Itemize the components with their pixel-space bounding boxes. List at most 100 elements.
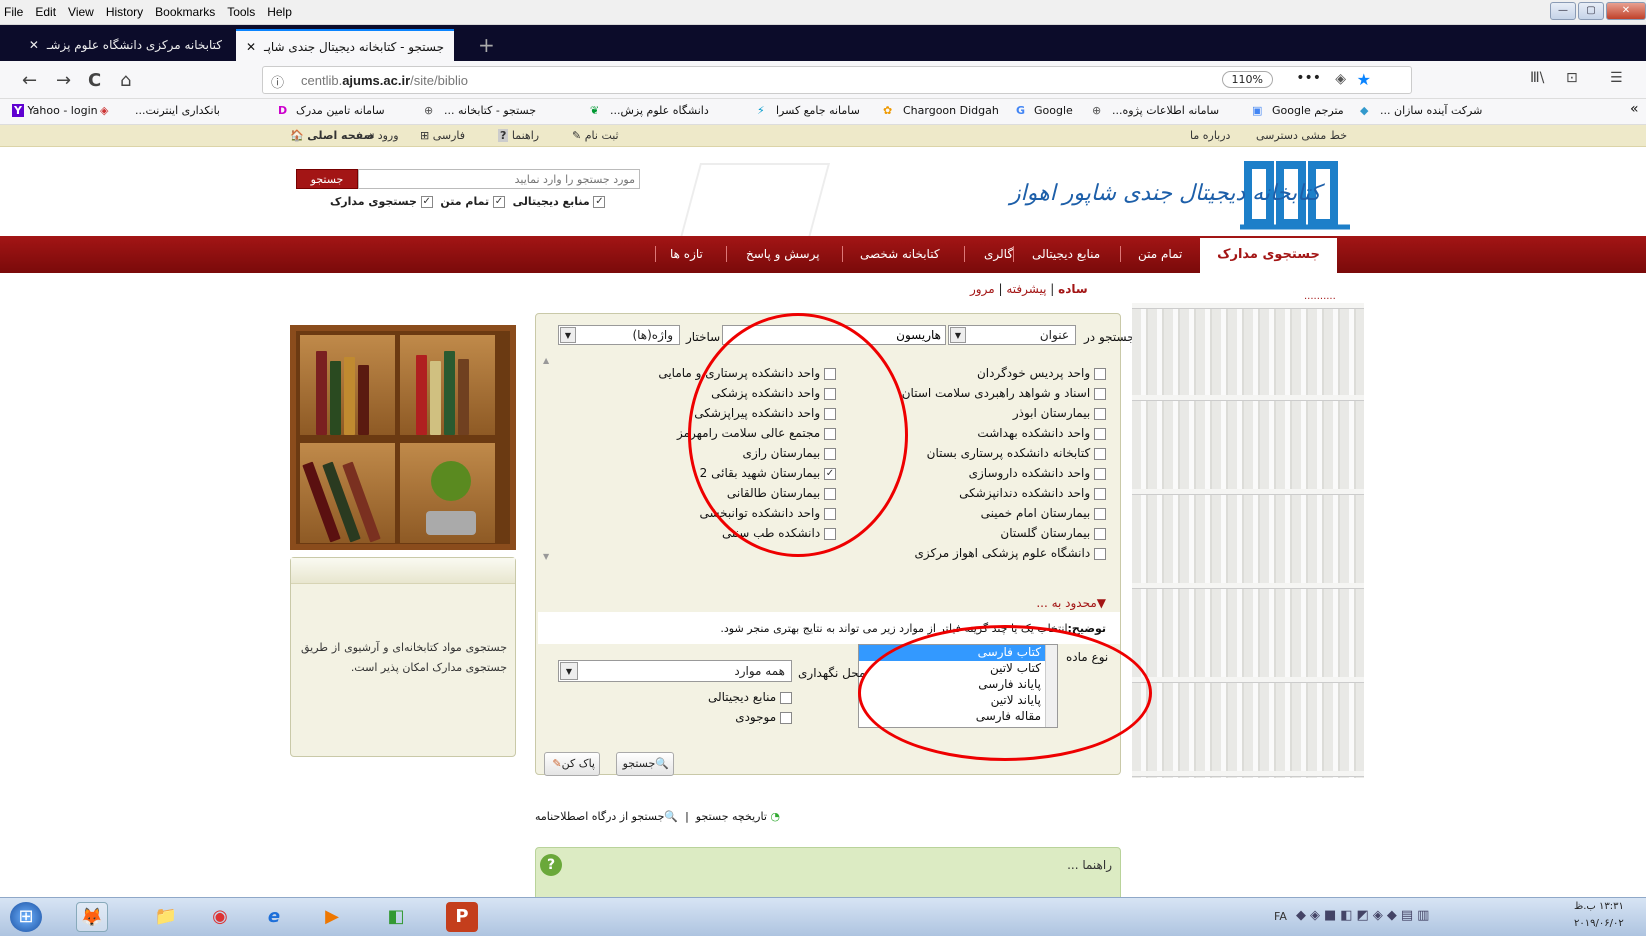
bookmark-yahoo[interactable]: Y Yahoo - login	[12, 104, 98, 117]
mode-browse[interactable]: مرور	[970, 282, 995, 296]
home-link[interactable]: صفحه اصلی 🏠	[290, 129, 374, 142]
guide-title[interactable]: راهنما ...	[1036, 858, 1112, 872]
menu-tools[interactable]: Tools	[227, 5, 255, 19]
bookmark-star-icon[interactable]: ★	[1357, 70, 1371, 89]
history-link[interactable]: ◔ تاریخچه جستجو	[696, 810, 780, 823]
nav-qa[interactable]: پرسش و پاسخ	[746, 247, 820, 261]
language-indicator[interactable]: FA	[1274, 910, 1287, 923]
available-option[interactable]: موجودی	[716, 710, 792, 724]
mode-advanced[interactable]: پیشرفته	[1006, 282, 1046, 296]
opt-fulltext-checkbox[interactable]: ✓	[492, 196, 505, 208]
nav-gallery[interactable]: گالری	[984, 247, 1013, 261]
library-item[interactable]: اسناد و شواهد راهبردی سلامت استان	[902, 386, 1106, 400]
bookmark-kasra[interactable]: سامانه جامع کسرا	[776, 104, 860, 117]
reload-icon[interactable]: C	[88, 70, 101, 91]
mode-simple[interactable]: ساده	[1058, 282, 1088, 296]
digital-resources-option[interactable]: منابع دیجیتالی	[696, 690, 792, 704]
library-list-scrollbar[interactable]: ▲ ▼	[541, 356, 555, 566]
bookmark-chargoon[interactable]: Chargoon Didgah	[903, 104, 999, 117]
nav-personal-library[interactable]: کتابخانه شخصی	[860, 247, 940, 261]
library-item[interactable]: واحد پردیس خودگردان	[936, 366, 1106, 380]
maximize-button[interactable]: ▢	[1578, 2, 1604, 20]
chevron-down-icon[interactable]: ▼	[560, 327, 576, 343]
firefox-taskbar-icon[interactable]: 🦊	[76, 902, 108, 932]
tab-digital-library-search[interactable]: جستجو - کتابخانه دیجیتال جندی شاپـ ✕	[236, 29, 454, 61]
available-checkbox[interactable]	[780, 711, 792, 724]
page-actions-icon[interactable]: •••	[1296, 70, 1321, 86]
opt-digital-checkbox[interactable]: ✓	[593, 196, 606, 208]
menu-file[interactable]: File	[4, 5, 23, 19]
start-button[interactable]: ⊞	[10, 902, 42, 932]
menu-edit[interactable]: Edit	[35, 5, 56, 19]
menu-view[interactable]: View	[68, 5, 94, 19]
bookmark-university[interactable]: دانشگاه علوم پزش...	[610, 104, 709, 117]
about-link[interactable]: درباره ما	[1190, 129, 1230, 142]
menu-help[interactable]: Help	[267, 5, 292, 19]
location-select[interactable]: همه موارد ▼	[558, 660, 792, 682]
clock-date[interactable]: ۲۰۱۹/۰۶/۰۲	[1574, 918, 1624, 929]
minimize-button[interactable]: —	[1550, 2, 1576, 20]
forward-icon[interactable]: →	[56, 70, 71, 91]
field-select[interactable]: عنوان ▼	[948, 325, 1076, 345]
search-button[interactable]: 🔍جستجو	[616, 752, 674, 776]
powerpoint-taskbar-icon[interactable]: P	[446, 902, 478, 932]
library-checkbox[interactable]	[1094, 487, 1106, 500]
library-checkbox[interactable]	[1094, 407, 1106, 420]
close-icon[interactable]: ✕	[246, 40, 256, 54]
library-item[interactable]: دانشگاه علوم پزشکی اهواز مرکزی	[886, 546, 1106, 560]
library-icon[interactable]: Ⅲ\	[1530, 70, 1544, 86]
hamburger-menu-icon[interactable]: ☰	[1610, 70, 1623, 86]
pocket-icon[interactable]: ◈	[1335, 71, 1346, 87]
library-checkbox[interactable]	[1094, 547, 1106, 560]
window-close-button[interactable]: ✕	[1606, 2, 1646, 20]
library-checkbox[interactable]	[1094, 387, 1106, 400]
top-search-button[interactable]: جستجو	[296, 169, 358, 189]
library-item[interactable]: بیمارستان گلستان	[936, 526, 1106, 540]
top-search-input[interactable]	[358, 169, 640, 189]
bookmark-tamin[interactable]: سامانه تامین مدرک	[296, 104, 385, 117]
bookmark-library-search[interactable]: جستجو - کتابخانه ...	[444, 104, 536, 117]
media-taskbar-icon[interactable]: ▶	[316, 902, 348, 932]
nav-news[interactable]: تازه ها	[670, 247, 703, 261]
library-checkbox[interactable]	[1094, 527, 1106, 540]
library-item[interactable]: واحد دانشکده بهداشت	[936, 426, 1106, 440]
library-checkbox[interactable]	[1094, 427, 1106, 440]
close-icon[interactable]: ✕	[29, 38, 39, 52]
back-icon[interactable]: ←	[22, 70, 37, 91]
help-icon[interactable]: ?	[540, 854, 562, 876]
structure-select[interactable]: واژه(ها) ▼	[558, 325, 680, 345]
chrome-taskbar-icon[interactable]: ◉	[204, 902, 236, 932]
chevron-down-icon[interactable]: ▼	[950, 327, 966, 343]
url-bar[interactable]: ⓘ centlib.ajums.ac.ir/site/biblio 110% •…	[262, 66, 1412, 94]
library-checkbox[interactable]	[1094, 467, 1106, 480]
library-item[interactable]: کتابخانه دانشکده پرستاری بستان	[906, 446, 1106, 460]
language-link[interactable]: فارسی ⊞	[420, 129, 465, 142]
app-taskbar-icon[interactable]: ◧	[380, 902, 412, 932]
library-item[interactable]: واحد دانشکده داروسازی	[936, 466, 1106, 480]
clear-button[interactable]: پاک کن✎	[544, 752, 600, 776]
bookmark-translate[interactable]: مترجم Google	[1272, 104, 1344, 117]
thesaurus-link[interactable]: 🔍جستجو از درگاه اصطلاحنامه	[535, 810, 678, 823]
library-item[interactable]: بیمارستان ابوذر	[936, 406, 1106, 420]
home-icon[interactable]: ⌂	[120, 70, 131, 91]
bookmark-company[interactable]: شرکت آینده سازان ...	[1380, 104, 1482, 117]
menu-bookmarks[interactable]: Bookmarks	[155, 5, 215, 19]
new-tab-button[interactable]: +	[478, 33, 495, 57]
bookmark-research[interactable]: سامانه اطلاعات پژوه...	[1112, 104, 1219, 117]
menu-history[interactable]: History	[106, 5, 143, 19]
library-item[interactable]: واحد دانشکده دندانپزشکی	[936, 486, 1106, 500]
sidebar-icon[interactable]: ⊡	[1566, 70, 1578, 86]
opt-docs-checkbox[interactable]: ✓	[420, 196, 433, 208]
limit-to-toggle[interactable]: ▼محدود به ...	[996, 596, 1106, 610]
nav-digital-resources[interactable]: منابع دیجیتالی	[1032, 247, 1100, 261]
zoom-level[interactable]: 110%	[1221, 71, 1273, 88]
library-checkbox[interactable]	[1094, 367, 1106, 380]
clock-time[interactable]: ۱۳:۳۱ ب.ظ	[1574, 901, 1624, 912]
info-icon[interactable]: ⓘ	[271, 72, 284, 91]
chevron-down-icon[interactable]: ▼	[560, 662, 578, 680]
ie-taskbar-icon[interactable]: e	[258, 902, 290, 932]
tab-central-library[interactable]: کتابخانه مرکزی دانشگاه علوم پزشـ ✕	[10, 29, 232, 61]
register-link[interactable]: ثبت نام ✎	[572, 129, 619, 142]
nav-fulltext[interactable]: تمام متن	[1138, 247, 1182, 261]
login-link[interactable]: ورود ⇥	[365, 129, 399, 142]
